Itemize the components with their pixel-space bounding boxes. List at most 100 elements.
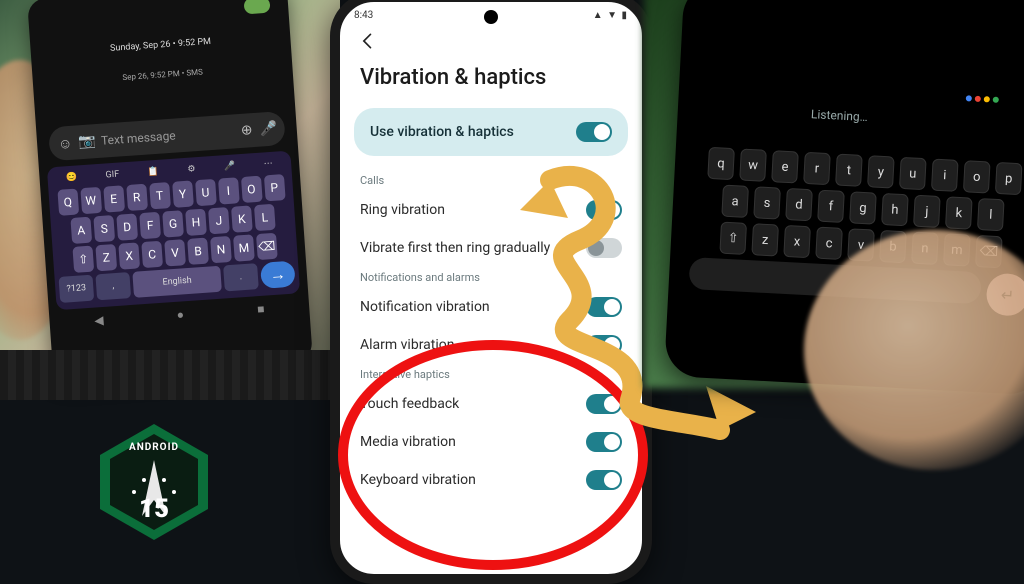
setting-toggle[interactable] bbox=[586, 200, 622, 220]
back-arrow-icon[interactable] bbox=[358, 31, 378, 51]
kb-key[interactable]: T bbox=[149, 182, 171, 209]
kb-key[interactable]: k bbox=[945, 196, 973, 229]
kb-key[interactable]: q bbox=[707, 147, 735, 180]
setting-toggle[interactable] bbox=[586, 432, 622, 452]
kb-key[interactable]: a bbox=[721, 185, 749, 218]
mic-icon[interactable]: 🎤 bbox=[260, 120, 277, 137]
kb-key[interactable]: i bbox=[931, 159, 959, 192]
kb-comma[interactable]: , bbox=[95, 272, 131, 300]
kb-tool[interactable]: ⋯ bbox=[263, 159, 273, 170]
kb-key[interactable]: h bbox=[881, 193, 909, 226]
kb-key[interactable]: K bbox=[231, 205, 253, 232]
kb-key[interactable]: f bbox=[817, 190, 845, 223]
kb-key[interactable]: E bbox=[103, 185, 125, 212]
setting-row[interactable]: Notification vibration bbox=[340, 288, 642, 326]
master-toggle[interactable] bbox=[576, 122, 612, 142]
chat-date: Sunday, Sep 26 • 9:52 PM bbox=[39, 32, 284, 67]
setting-toggle[interactable] bbox=[586, 238, 622, 258]
kb-tool[interactable]: GIF bbox=[105, 170, 119, 181]
kb-key[interactable]: u bbox=[899, 157, 927, 190]
kb-key[interactable]: j bbox=[913, 195, 941, 228]
kb-key[interactable]: L bbox=[254, 204, 276, 231]
chat-bubble bbox=[244, 0, 271, 14]
kb-key[interactable]: D bbox=[116, 213, 138, 240]
kb-sym[interactable]: ?123 bbox=[58, 275, 94, 303]
kb-key[interactable]: ⇧ bbox=[719, 222, 747, 255]
kb-key[interactable]: U bbox=[195, 179, 217, 206]
kb-key[interactable]: e bbox=[771, 150, 799, 183]
kb-key[interactable]: J bbox=[208, 207, 230, 234]
kb-key[interactable]: M bbox=[233, 234, 255, 261]
kb-key[interactable]: B bbox=[187, 238, 209, 265]
master-toggle-card[interactable]: Use vibration & haptics bbox=[354, 108, 628, 156]
kb-space[interactable]: English bbox=[132, 266, 222, 298]
setting-row[interactable]: Keyboard vibration bbox=[340, 461, 642, 499]
kb-key[interactable]: X bbox=[118, 242, 140, 269]
kb-key[interactable]: O bbox=[240, 176, 262, 203]
kb-key[interactable]: W bbox=[80, 187, 102, 214]
kb-key[interactable]: w bbox=[739, 149, 767, 182]
left-keyboard[interactable]: 😊 GIF 📋 ⚙ 🎤 ⋯ QWERTYUIOP ASDFGHJKL ⇧ZXCV… bbox=[47, 151, 300, 311]
kb-key[interactable]: p bbox=[995, 162, 1023, 195]
kb-key[interactable]: C bbox=[141, 241, 163, 268]
kb-key[interactable]: d bbox=[785, 188, 813, 221]
kb-key[interactable]: c bbox=[815, 227, 843, 260]
kb-key[interactable]: Y bbox=[172, 180, 194, 207]
attach-icon[interactable]: ⊕ bbox=[238, 122, 255, 139]
nav-home-icon[interactable]: ● bbox=[176, 307, 184, 321]
camera-icon[interactable]: 📷 bbox=[79, 133, 96, 150]
kb-key[interactable]: Q bbox=[57, 189, 79, 216]
setting-row[interactable]: Alarm vibration bbox=[340, 326, 642, 364]
kb-key[interactable]: ⌫ bbox=[256, 233, 278, 260]
kb-key[interactable]: F bbox=[139, 212, 161, 239]
kb-key[interactable]: l bbox=[977, 198, 1005, 231]
left-phone-frame: Sunday, Sep 26 • 9:52 PM Sep 26, 9:52 PM… bbox=[27, 0, 313, 379]
page-title: Vibration & haptics bbox=[340, 55, 642, 104]
kb-tool[interactable]: 🎤 bbox=[224, 161, 236, 172]
setting-row[interactable]: Vibrate first then ring gradually bbox=[340, 229, 642, 267]
kb-key[interactable]: H bbox=[185, 209, 207, 236]
kb-key[interactable]: s bbox=[753, 186, 781, 219]
setting-label: Vibrate first then ring gradually bbox=[360, 240, 550, 256]
kb-tool[interactable]: 📋 bbox=[147, 167, 159, 178]
kb-key[interactable]: V bbox=[164, 239, 186, 266]
nav-recent-icon[interactable]: ■ bbox=[257, 302, 265, 316]
kb-key[interactable]: N bbox=[210, 236, 232, 263]
assistant-dots-icon bbox=[966, 95, 999, 103]
setting-label: Media vibration bbox=[360, 434, 456, 450]
camera-punch-hole bbox=[484, 10, 498, 24]
kb-key[interactable]: R bbox=[126, 184, 148, 211]
kb-tool[interactable]: 😊 bbox=[66, 172, 78, 183]
setting-toggle[interactable] bbox=[586, 297, 622, 317]
kb-key[interactable]: G bbox=[162, 210, 184, 237]
kb-key[interactable]: g bbox=[849, 191, 877, 224]
kb-key[interactable]: Z bbox=[95, 244, 117, 271]
kb-key[interactable]: A bbox=[70, 217, 92, 244]
listening-label: Listening… bbox=[811, 107, 868, 124]
kb-period[interactable]: . bbox=[223, 263, 259, 291]
kb-key[interactable]: S bbox=[93, 215, 115, 242]
setting-label: Notification vibration bbox=[360, 299, 490, 315]
chat-ts: Sep 26, 9:52 PM • SMS bbox=[41, 62, 285, 88]
emoji-icon[interactable]: ☺ bbox=[57, 135, 74, 152]
kb-key[interactable]: ⇧ bbox=[72, 246, 94, 273]
setting-toggle[interactable] bbox=[586, 470, 622, 490]
setting-row[interactable]: Media vibration bbox=[340, 423, 642, 461]
kb-key[interactable]: t bbox=[835, 154, 863, 187]
setting-row[interactable]: Touch feedback bbox=[340, 385, 642, 423]
kb-key[interactable]: r bbox=[803, 152, 831, 185]
setting-toggle[interactable] bbox=[586, 394, 622, 414]
status-icons: ▲ ▼ ▮ bbox=[593, 10, 628, 21]
kb-key[interactable]: y bbox=[867, 155, 895, 188]
kb-key[interactable]: P bbox=[263, 174, 285, 201]
kb-key[interactable]: z bbox=[751, 223, 779, 256]
setting-row[interactable]: Ring vibration bbox=[340, 191, 642, 229]
nav-back-icon[interactable]: ◀ bbox=[94, 313, 104, 328]
kb-enter[interactable]: → bbox=[260, 261, 296, 289]
kb-key[interactable]: o bbox=[963, 160, 991, 193]
setting-toggle[interactable] bbox=[586, 335, 622, 355]
setting-label: Keyboard vibration bbox=[360, 472, 476, 488]
kb-key[interactable]: I bbox=[218, 177, 240, 204]
kb-key[interactable]: x bbox=[783, 225, 811, 258]
kb-tool[interactable]: ⚙ bbox=[187, 164, 196, 175]
